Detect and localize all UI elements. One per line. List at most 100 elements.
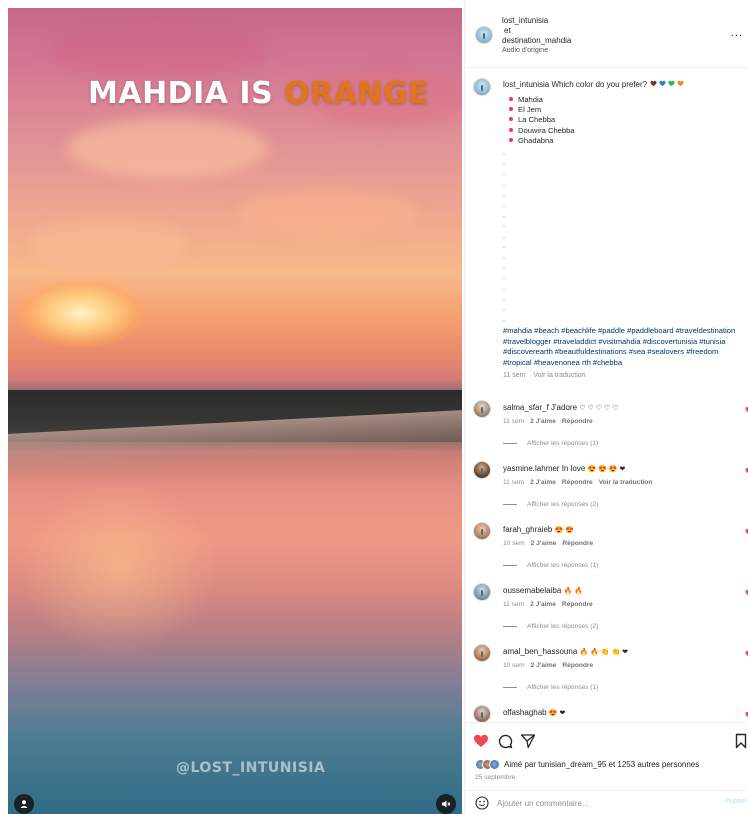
caption-meta: 11 sem Voir la traduction: [503, 371, 739, 382]
comment-likes[interactable]: 2 J'aime: [530, 418, 556, 425]
comment-emoji: 😍 ❤: [548, 710, 566, 717]
more-options-icon[interactable]: ...: [731, 28, 743, 39]
publish-button[interactable]: Publier: [725, 798, 747, 805]
user-icon: [20, 800, 28, 808]
caption-text: Which color do you prefer?: [551, 80, 648, 89]
comment-item: farah_ghraieb 😍 😍 10 sem 2 J'aime Répondre A…: [473, 522, 748, 582]
liked-by-prefix: Aimé par: [504, 760, 539, 769]
commenter-avatar[interactable]: [473, 583, 491, 601]
comment-likes[interactable]: 2 J'aime: [530, 479, 556, 486]
caption-dot-line: .: [503, 315, 505, 323]
heart-filled-icon[interactable]: [473, 733, 489, 749]
reply-button[interactable]: Répondre: [562, 662, 593, 669]
audio-label[interactable]: Audio d'origine: [502, 46, 571, 56]
heart-emoji-icon: [668, 80, 675, 87]
comment-emoji: 🔥 🔥 👏 👏 ❤: [579, 649, 629, 656]
author-username[interactable]: lost_intunisia: [502, 16, 571, 26]
caption-translate-link[interactable]: Voir la traduction: [533, 372, 585, 379]
liked-by-others[interactable]: et 1253 autres personnes: [606, 760, 700, 769]
caption-dot-line: .: [503, 263, 505, 271]
bookmark-icon[interactable]: [733, 733, 748, 749]
reply-button[interactable]: Répondre: [562, 418, 593, 425]
heart-emoji-icon: [650, 80, 657, 87]
caption-dot-line: .: [503, 149, 505, 157]
show-replies-button[interactable]: Afficher les réponses (1): [503, 440, 598, 447]
collaborator-username[interactable]: destination_mahdia: [502, 36, 571, 46]
heart-emoji-icon: [659, 80, 666, 87]
comment-text: amal_ben_hassouna 🔥 🔥 👏 👏 ❤: [503, 647, 723, 658]
comment-likes[interactable]: 2 J'aime: [531, 540, 557, 547]
show-replies-button[interactable]: Afficher les réponses (1): [503, 684, 598, 691]
commenter-avatar[interactable]: [473, 461, 491, 479]
comments-scroll-area[interactable]: lost_intunisia Which color do you prefer…: [465, 68, 748, 722]
caption-username[interactable]: lost_intunisia: [503, 80, 549, 89]
commenter-username[interactable]: oussemabelaiba: [503, 586, 561, 595]
caption-dot-line: .: [503, 170, 505, 178]
author-names: lost_intunisia et destination_mahdia Aud…: [502, 16, 571, 56]
comment-likes[interactable]: 2 J'aime: [531, 662, 557, 669]
comment-text: olfashaghab 😍 ❤: [503, 708, 723, 719]
mute-button[interactable]: [436, 794, 456, 814]
comment-time: 10 sem: [503, 662, 525, 669]
commenter-username[interactable]: amal_ben_hassouna: [503, 647, 577, 656]
caption-hearts: [649, 80, 685, 89]
comment-emoji: 🔥 🔥: [563, 588, 583, 595]
comment-meta: 11 sem 2 J'aime Répondre Voir la traduction: [503, 479, 658, 486]
commenter-username[interactable]: olfashaghab: [503, 708, 547, 717]
commenter-avatar[interactable]: [473, 400, 491, 418]
comment-icon[interactable]: [497, 733, 513, 749]
caption-dots: .................: [503, 149, 739, 326]
comment-emoji: 😍 😍: [554, 527, 574, 534]
commenter-avatar[interactable]: [473, 705, 491, 722]
author-conjunction: et: [504, 26, 511, 35]
caption-dot-line: .: [503, 232, 505, 240]
comment-likes[interactable]: 2 J'aime: [530, 601, 556, 608]
caption-hashtags[interactable]: #mahdia #beach #beachlife #paddle #paddl…: [503, 326, 739, 368]
commenter-username[interactable]: salma_sfar_f: [503, 403, 549, 412]
media-title-main: MAHDIA IS: [88, 76, 285, 111]
emoji-icon[interactable]: [475, 796, 489, 810]
caption-dot-line: .: [503, 295, 505, 303]
comment-body: J'adore: [551, 403, 578, 412]
comment-meta: 10 sem 2 J'aime Répondre: [503, 662, 599, 669]
reply-button[interactable]: Répondre: [562, 540, 593, 547]
comment-translate-link[interactable]: Voir la traduction: [599, 479, 653, 486]
reply-button[interactable]: Répondre: [562, 479, 593, 486]
comment-text: yasmine.lahmer In love 😍 😍 😍 ❤: [503, 464, 723, 475]
show-replies-button[interactable]: Afficher les réponses (2): [503, 501, 598, 508]
caption-author-avatar[interactable]: [473, 78, 491, 96]
comment-input[interactable]: [497, 795, 707, 811]
liked-by-row[interactable]: Aimé par tunisian_dream_95 et 1253 autre…: [475, 759, 699, 770]
sky-cloud: [28, 218, 188, 268]
caption-dot-line: .: [503, 274, 505, 282]
show-replies-button[interactable]: Afficher les réponses (2): [503, 623, 598, 630]
comment-meta: 10 sem 2 J'aime Répondre: [503, 540, 599, 547]
liked-by-user[interactable]: tunisian_dream_95: [538, 760, 606, 769]
tagged-users-button[interactable]: [14, 794, 34, 814]
caption-dot-line: .: [503, 243, 505, 251]
media-title: MAHDIA IS ORANGE: [88, 76, 429, 111]
show-replies-button[interactable]: Afficher les réponses (1): [503, 562, 598, 569]
author-avatar[interactable]: [475, 26, 493, 44]
post-sidebar: lost_intunisia et destination_mahdia Aud…: [464, 0, 748, 814]
comment-emoji: 😍 😍 😍 ❤: [587, 466, 626, 473]
share-icon[interactable]: [520, 733, 536, 749]
caption-dot-line: .: [503, 211, 505, 219]
caption-option: Ghadabna: [509, 136, 739, 146]
post-media[interactable]: MAHDIA IS ORANGE @LOST_INTUNISIA: [8, 8, 462, 814]
comment-text: farah_ghraieb 😍 😍: [503, 525, 723, 536]
reply-button[interactable]: Répondre: [562, 601, 593, 608]
comment-item: yasmine.lahmer In love 😍 😍 😍 ❤ 11 sem 2 J'…: [473, 461, 748, 521]
media-title-accent: ORANGE: [284, 76, 430, 111]
caption-body: lost_intunisia Which color do you prefer…: [503, 80, 739, 382]
post-actions: Aimé par tunisian_dream_95 et 1253 autre…: [465, 722, 748, 790]
comment-item: olfashaghab 😍 ❤: [473, 705, 748, 722]
caption-dot-line: .: [503, 284, 505, 292]
comment-time: 11 sem: [503, 601, 525, 608]
commenter-avatar[interactable]: [473, 644, 491, 662]
post-header: lost_intunisia et destination_mahdia Aud…: [465, 0, 748, 68]
commenter-username[interactable]: farah_ghraieb: [503, 525, 552, 534]
commenter-username[interactable]: yasmine.lahmer: [503, 464, 559, 473]
sky-cloud: [48, 28, 268, 78]
commenter-avatar[interactable]: [473, 522, 491, 540]
